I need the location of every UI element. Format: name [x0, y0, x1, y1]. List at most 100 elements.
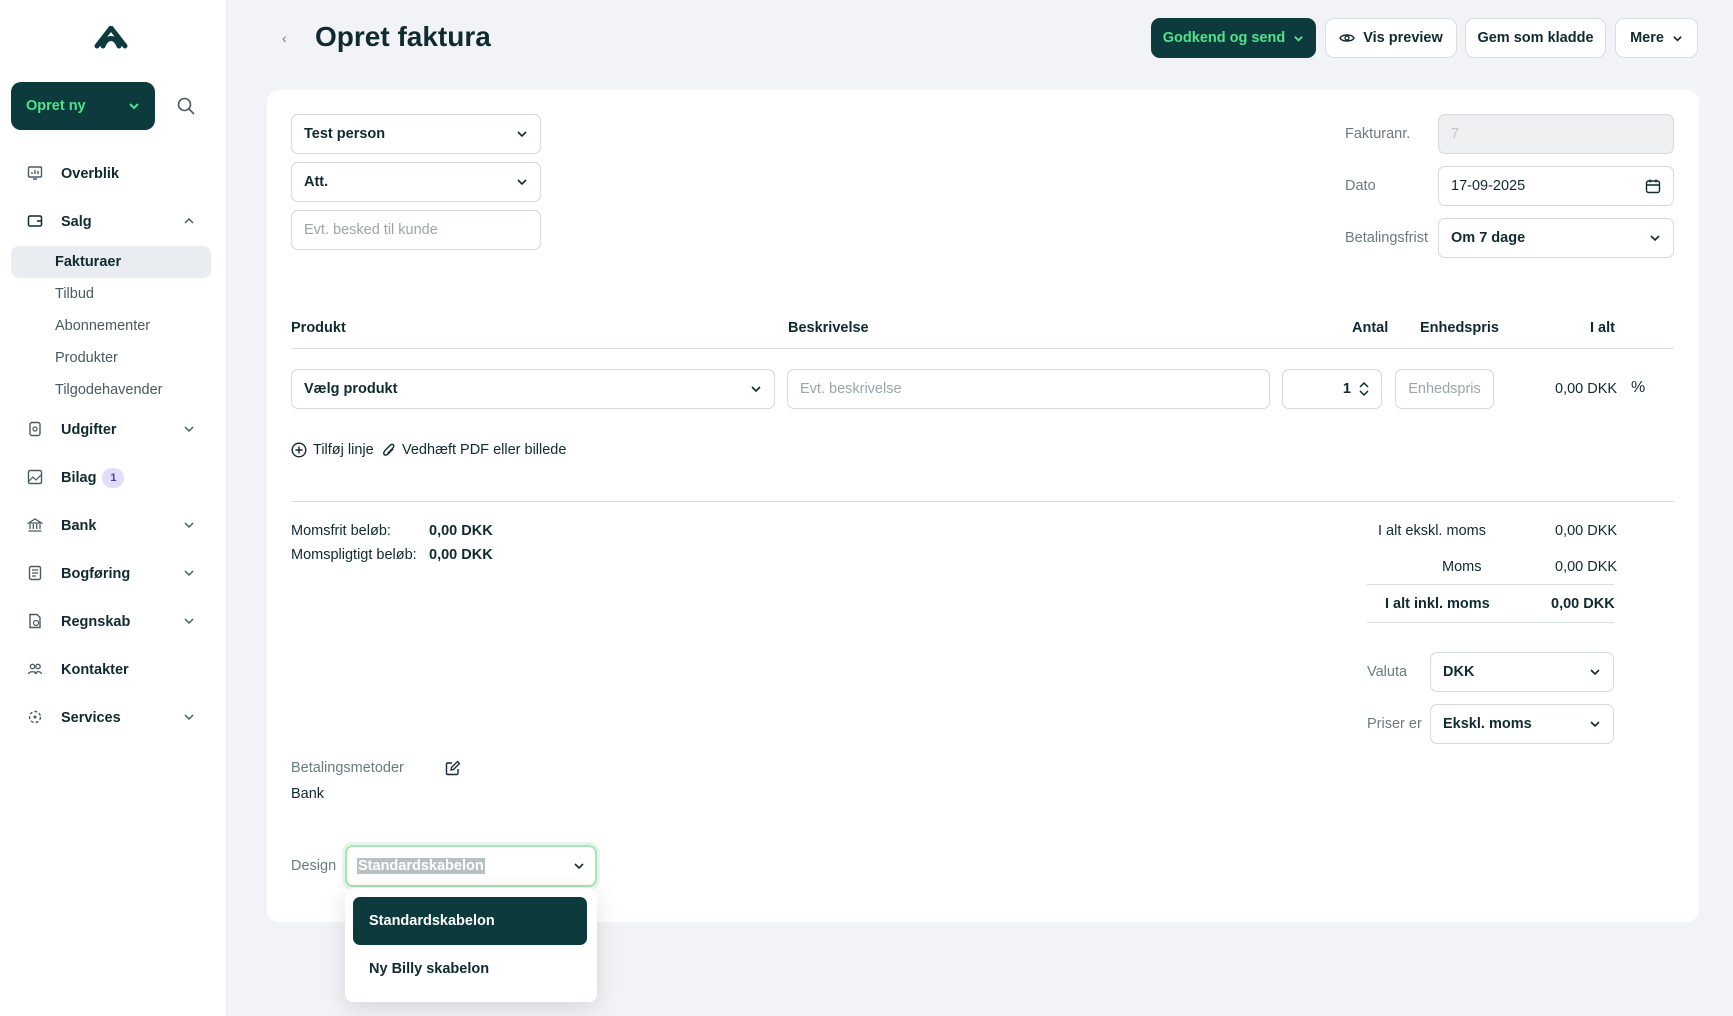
- chevron-down-icon: [129, 103, 139, 110]
- vat-value: 0,00 DKK: [1555, 559, 1618, 575]
- people-icon: [27, 661, 45, 679]
- invoice-no-value: 7: [1451, 126, 1460, 142]
- sidebar-item-label: Overblik: [61, 166, 120, 182]
- chevron-down-icon: [1673, 35, 1682, 42]
- attach-label: Vedhæft PDF eller billede: [402, 442, 567, 458]
- vat-liable-value: 0,00 DKK: [429, 547, 493, 563]
- description-input[interactable]: Evt. beskrivelse: [787, 369, 1270, 409]
- sidebar-item-bogforing[interactable]: Bogføring: [11, 550, 211, 598]
- quantity-stepper[interactable]: 1: [1282, 369, 1382, 409]
- excl-vat-label: I alt ekskl. moms: [1378, 523, 1486, 539]
- design-option[interactable]: Standardskabelon: [353, 897, 587, 945]
- sidebar-item-kontakter[interactable]: Kontakter: [11, 646, 211, 694]
- currency-select[interactable]: DKK: [1430, 652, 1614, 692]
- preview-label: Vis preview: [1363, 30, 1443, 46]
- sidebar-item-services[interactable]: Services: [11, 694, 211, 742]
- col-header-unit-price: Enhedspris: [1420, 320, 1499, 336]
- add-line-button[interactable]: Tilføj linje: [291, 442, 374, 458]
- date-field[interactable]: 17-09-2025: [1438, 166, 1674, 206]
- due-label: Betalingsfrist: [1345, 230, 1429, 246]
- divider: [291, 348, 1674, 349]
- sidebar-item-label: Bogføring: [61, 566, 131, 582]
- receipt-icon: [27, 421, 45, 439]
- bank-icon: [27, 517, 45, 535]
- calendar-icon[interactable]: [1645, 178, 1661, 194]
- sidebar-item-label: Salg: [61, 214, 92, 230]
- prices-select[interactable]: Ekskl. moms: [1430, 704, 1614, 744]
- sidebar-item-label: Kontakter: [61, 662, 129, 678]
- sidebar-item-regnskab[interactable]: Regnskab: [11, 598, 211, 646]
- design-select[interactable]: Standardskabelon: [345, 845, 597, 887]
- divider: [291, 501, 1674, 502]
- product-select[interactable]: Vælg produkt: [291, 369, 775, 409]
- back-button[interactable]: ‹: [282, 30, 287, 46]
- stepper-arrows-icon[interactable]: [1359, 381, 1369, 397]
- paperclip-icon: [383, 443, 395, 456]
- invoice-no-field: 7: [1438, 114, 1674, 154]
- create-new-label: Opret ny: [26, 98, 86, 114]
- count-badge: 1: [102, 468, 125, 488]
- preview-button[interactable]: Vis preview: [1325, 18, 1457, 58]
- sidebar-subitem-fakturaer[interactable]: Fakturaer: [11, 246, 211, 278]
- vat-free-value: 0,00 DKK: [429, 523, 493, 539]
- att-value: Att.: [304, 174, 329, 190]
- more-button[interactable]: Mere: [1615, 18, 1698, 58]
- sidebar-item-overblik[interactable]: Overblik: [11, 150, 211, 198]
- wallet-icon: [27, 213, 45, 231]
- sidebar-subitem-produkter[interactable]: Produkter: [11, 342, 211, 374]
- quantity-value: 1: [1342, 381, 1351, 397]
- due-value: Om 7 dage: [1451, 230, 1526, 246]
- save-draft-label: Gem som kladde: [1477, 30, 1594, 46]
- sidebar-subitem-tilbud[interactable]: Tilbud: [11, 278, 211, 310]
- sidebar-item-bilag[interactable]: Bilag 1: [11, 454, 211, 502]
- customer-message-input[interactable]: Evt. besked til kunde: [291, 210, 541, 250]
- edit-icon[interactable]: [445, 760, 461, 776]
- sidebar-item-label: Services: [61, 710, 121, 726]
- add-line-label: Tilføj linje: [313, 442, 374, 458]
- chevron-down-icon: [573, 860, 585, 872]
- create-new-button[interactable]: Opret ny: [11, 82, 155, 130]
- date-value: 17-09-2025: [1451, 178, 1526, 194]
- date-label: Dato: [1345, 178, 1376, 194]
- save-draft-button[interactable]: Gem som kladde: [1465, 18, 1606, 58]
- chevron-down-icon: [1589, 718, 1601, 730]
- sidebar-item-bank[interactable]: Bank: [11, 502, 211, 550]
- chevron-down-icon: [184, 570, 194, 577]
- att-select[interactable]: Att.: [291, 162, 541, 202]
- report-icon: [27, 613, 45, 631]
- chevron-down-icon: [516, 176, 528, 188]
- approve-send-label: Godkend og send: [1162, 30, 1286, 46]
- dashboard-icon: [27, 165, 45, 183]
- design-option[interactable]: Ny Billy skabelon: [353, 945, 587, 993]
- col-header-description: Beskrivelse: [788, 320, 869, 336]
- more-label: Mere: [1630, 30, 1664, 46]
- sidebar-item-udgifter[interactable]: Udgifter: [11, 406, 211, 454]
- sidebar-subitem-abonnementer[interactable]: Abonnementer: [11, 310, 211, 342]
- chevron-down-icon: [184, 522, 194, 529]
- attach-button[interactable]: Vedhæft PDF eller billede: [382, 442, 566, 458]
- chevron-down-icon: [1589, 666, 1601, 678]
- search-icon[interactable]: [176, 96, 196, 116]
- logo-icon[interactable]: [93, 26, 129, 50]
- due-select[interactable]: Om 7 dage: [1438, 218, 1674, 258]
- sidebar-item-salg[interactable]: Salg: [11, 198, 211, 246]
- incl-vat-label: I alt inkl. moms: [1385, 596, 1490, 612]
- sidebar-subitem-tilgodehavender[interactable]: Tilgodehavender: [11, 374, 211, 406]
- chevron-down-icon: [516, 128, 528, 140]
- sidebar-item-label: Regnskab: [61, 614, 131, 630]
- chevron-down-icon: [184, 714, 194, 721]
- unit-price-input[interactable]: Enhedspris: [1395, 369, 1494, 409]
- chevron-down-icon: [1294, 35, 1304, 42]
- design-value: Standardskabelon: [357, 858, 485, 874]
- contact-select[interactable]: Test person: [291, 114, 541, 154]
- prices-label: Priser er: [1367, 716, 1422, 732]
- sidebar-item-label: Udgifter: [61, 422, 117, 438]
- discount-toggle[interactable]: %: [1631, 379, 1645, 397]
- col-header-qty: Antal: [1352, 320, 1389, 336]
- product-value: Vælg produkt: [304, 381, 398, 397]
- col-header-product: Produkt: [291, 320, 346, 336]
- invoice-no-label: Fakturanr.: [1345, 126, 1411, 142]
- approve-send-button[interactable]: Godkend og send: [1151, 18, 1316, 58]
- prices-value: Ekskl. moms: [1443, 716, 1532, 732]
- sidebar-item-label: Bank: [61, 518, 97, 534]
